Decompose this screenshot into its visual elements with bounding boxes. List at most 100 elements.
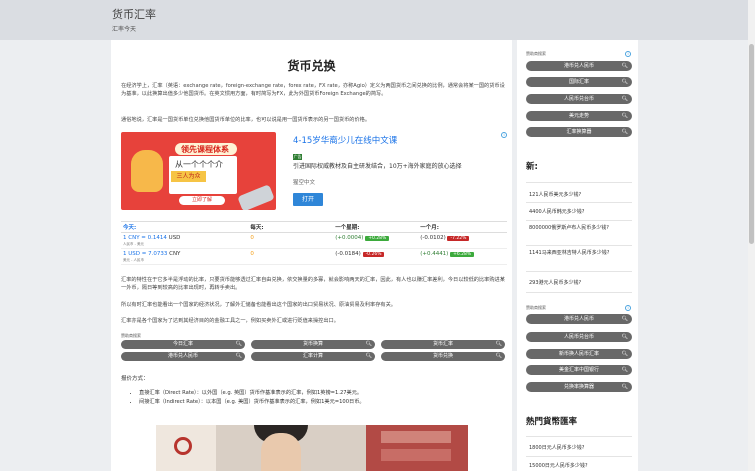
search-button-label: 人民币兑台币 <box>563 96 594 102</box>
sidebar-search-header: 赞助商搜索 <box>526 305 546 310</box>
sidebar-new-link[interactable]: 293港元人民币多少钱? <box>529 279 581 286</box>
rate-table: 今天: 每天: 一个星期: 一个月: 1 CNY = 0.1414 USD 人民… <box>121 221 507 265</box>
divider <box>526 182 632 183</box>
rate-cell: 1 USD = 7.0733 CNY 美元 - 人民币 <box>121 248 249 265</box>
week-change: (-0.0184) -0.26% <box>333 248 419 265</box>
ad-source: 猩空中文 <box>293 180 316 186</box>
sidebar-search-converter[interactable]: 兑换率换算器 🔍︎ <box>526 382 632 392</box>
search-button-label: 今日汇率 <box>172 341 193 347</box>
sidebar-popular-link[interactable]: 15000日元人民币多少钱? <box>529 462 588 469</box>
search-icon: 🔍︎ <box>621 367 628 373</box>
sidebar-new-link[interactable]: 4400人民币韩元多少钱? <box>529 208 584 215</box>
rate-value: 0.1414 <box>147 235 167 241</box>
ad-image[interactable]: 领先课程体系 从一个个个介 三人为众 立即了解 <box>121 132 276 210</box>
sponsor-search-header: 赞助商搜索 <box>121 333 141 338</box>
sidebar-search-sgd-cny[interactable]: 新币换人民币汇率 🔍︎ <box>526 349 632 359</box>
divider <box>526 292 632 293</box>
photo-money-band <box>381 449 451 461</box>
article-photo <box>156 425 468 471</box>
search-button-currency-rate[interactable]: 货币汇率 🔍︎ <box>381 340 505 349</box>
sidebar-search-usd-trend[interactable]: 美元走势 🔍︎ <box>526 111 632 121</box>
scrollbar-thumb[interactable] <box>749 44 754 244</box>
search-icon: 🔍︎ <box>621 384 628 390</box>
ad-badge: 广告 <box>293 154 302 160</box>
sidebar-search-cny-twd-2[interactable]: 人民币兑台币 🔍︎ <box>526 332 632 342</box>
sidebar-popular-link[interactable]: 1800日元人民币多少钱? <box>529 444 584 451</box>
intro-paragraph: 在经济学上，汇率（英语：exchange rate，foreign-exchan… <box>121 83 505 97</box>
sidebar-search-cny-twd[interactable]: 人民币兑台币 🔍︎ <box>526 94 632 104</box>
search-button-label: 货币汇率 <box>432 341 453 347</box>
sidebar-search-boc-usd[interactable]: 美金汇率中国银行 🔍︎ <box>526 365 632 375</box>
info-icon[interactable]: i <box>625 51 631 57</box>
divider <box>526 202 632 203</box>
col-daily: 每天: <box>248 221 334 233</box>
site-subtitle: 汇率今天 <box>112 26 137 33</box>
search-icon: 🔍︎ <box>365 353 372 359</box>
quote-method-list: 直接汇率（Direct Rate）：以外国（e.g. 英国）货币作基准表示的汇率… <box>131 389 501 407</box>
photo-money-band <box>381 431 451 443</box>
rate-amount[interactable]: 1 USD = <box>123 251 148 257</box>
sidebar-new-link[interactable]: 121人民币美元多少钱? <box>529 191 581 198</box>
ad-open-button[interactable]: 打开 <box>293 193 323 206</box>
rate-amount[interactable]: 1 CNY = <box>123 235 148 241</box>
site-title[interactable]: 货币汇率 <box>112 6 156 22</box>
ad-info-icon[interactable]: i <box>501 132 507 138</box>
sidebar-search-intl-rate[interactable]: 国际汇率 🔍︎ <box>526 77 632 87</box>
list-item: 间接汇率（Indirect Rate）：以本国（e.g. 美国）货币作基准表示的… <box>139 398 501 407</box>
search-button-label: 汇率换算器 <box>566 129 592 135</box>
month-pct-badge: -7.22% <box>447 236 470 241</box>
sidebar-new-link[interactable]: 8000000俄罗斯卢布人民币多少钱? <box>529 225 635 232</box>
search-icon: 🔍︎ <box>621 113 628 119</box>
ad-description: 引进国际权威教材及自主研发结合，10万+海外家庭的放心选择 <box>293 163 462 170</box>
daily-change: 0 <box>248 248 334 265</box>
sidebar-search-hkd-cny[interactable]: 港币兑人民币 🔍︎ <box>526 61 632 71</box>
sidebar-search-header: 赞助商搜索 <box>526 51 546 56</box>
search-icon: 🔍︎ <box>495 341 502 347</box>
search-button-label: 兑换率换算器 <box>563 384 594 390</box>
col-week: 一个星期: <box>333 221 419 233</box>
search-icon: 🔍︎ <box>621 96 628 102</box>
rate-sub-label: 美元 - 人民币 <box>123 258 144 262</box>
search-icon: 🔍︎ <box>235 353 242 359</box>
ad-title[interactable]: 4-15岁华裔少儿在线中文课 <box>293 134 397 146</box>
month-pct-badge: +6.28% <box>450 252 475 257</box>
search-button-label: 新币换人民币汇率 <box>558 351 599 357</box>
daily-change: 0 <box>248 232 334 249</box>
rate-sub-label: 人民币 - 美元 <box>123 242 144 246</box>
ad-image-headline: 领先课程体系 <box>181 145 229 154</box>
paragraph-tool: 汇率亦是各个国家为了达到其经济目的的金融工具之一，例如买卖外汇或进行贬值来操控出… <box>121 318 339 324</box>
search-button-hkd-cny[interactable]: 港币兑人民币 🔍︎ <box>121 352 245 361</box>
week-diff: (+0.0004) <box>335 235 364 241</box>
ad-image-board-text: 从一个个个介 <box>175 160 223 169</box>
month-diff: (-0.0102) <box>420 235 446 241</box>
search-button-currency-convert[interactable]: 货币换算 🔍︎ <box>251 340 375 349</box>
search-button-label: 港币兑人民币 <box>167 353 198 359</box>
paragraph-floating: 汇率的特性在于它多半是浮动的比率，只要货币能够透过汇率自由兑换，依交换量的多寡，… <box>121 277 505 291</box>
sidebar-new-link[interactable]: 1141马来西亚林吉特人民币多少钱? <box>529 250 635 257</box>
sidebar-search-rate-converter[interactable]: 汇率换算器 🔍︎ <box>526 127 632 137</box>
search-button-today-rate[interactable]: 今日汇率 🔍︎ <box>121 340 245 349</box>
search-icon: 🔍︎ <box>621 316 628 322</box>
list-item: 直接汇率（Direct Rate）：以外国（e.g. 英国）货币作基准表示的汇率… <box>139 389 501 398</box>
sidebar-search-hkd-cny-2[interactable]: 港币兑人民币 🔍︎ <box>526 314 632 324</box>
search-button-currency-exchange[interactable]: 货币兑换 🔍︎ <box>381 352 505 361</box>
search-icon: 🔍︎ <box>235 341 242 347</box>
col-month: 一个月: <box>418 221 507 233</box>
search-button-label: 美元走势 <box>568 113 589 119</box>
sidebar-new-heading: 新: <box>526 162 538 172</box>
week-pct-badge: +0.28% <box>365 236 390 241</box>
week-diff: (-0.0184) <box>335 251 361 257</box>
month-diff: (+0.4441) <box>420 251 449 257</box>
pencil-icon <box>237 184 275 210</box>
quote-method-label: 报价方式： <box>121 376 149 382</box>
divider <box>526 436 632 437</box>
ad-banner[interactable]: 领先课程体系 从一个个个介 三人为众 立即了解 4-15岁华裔少儿在线中文课 广… <box>121 132 507 212</box>
search-button-rate-calc[interactable]: 汇率计算 🔍︎ <box>251 352 375 361</box>
search-button-label: 港币兑人民币 <box>563 63 594 69</box>
divider <box>526 271 632 272</box>
search-icon: 🔍︎ <box>621 351 628 357</box>
info-icon[interactable]: i <box>625 305 631 311</box>
page-title: 货币兑换 <box>287 59 336 73</box>
rate-unit: USD <box>166 235 181 241</box>
search-button-label: 人民币兑台币 <box>563 334 594 340</box>
